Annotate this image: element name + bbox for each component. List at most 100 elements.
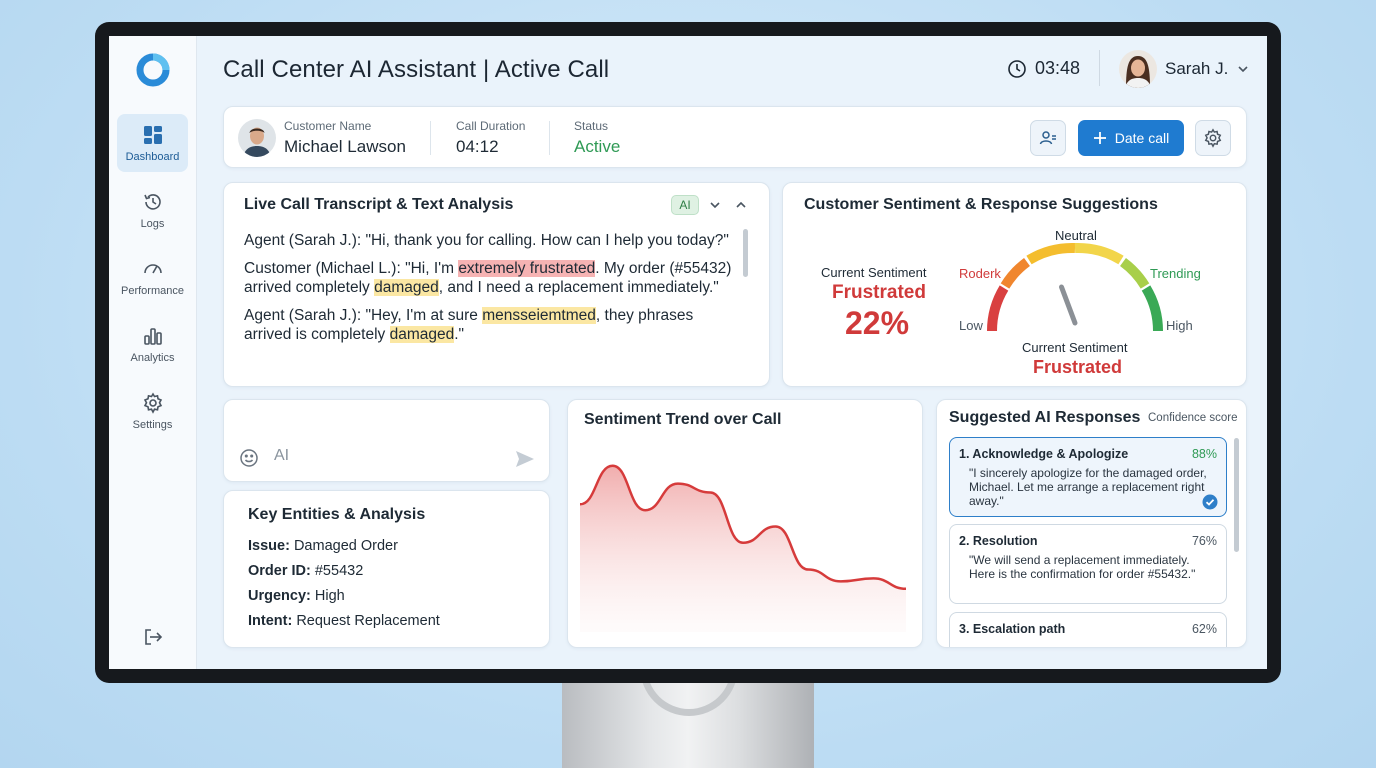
keyword-highlight: mensseiemtmed bbox=[482, 307, 596, 324]
chevron-up-icon[interactable] bbox=[733, 197, 749, 213]
current-sentiment-label: Current Sentiment bbox=[821, 265, 927, 280]
suggestion-text: "I sincerely apologize for the damaged o… bbox=[969, 466, 1207, 508]
call-duration-label: Call Duration bbox=[456, 119, 526, 133]
gear-icon bbox=[143, 391, 162, 414]
user-menu[interactable]: Sarah J. bbox=[1119, 50, 1250, 88]
entity-value: #55432 bbox=[310, 563, 364, 579]
sidebar-item-settings[interactable]: Settings bbox=[117, 382, 188, 440]
transcript-scrollbar[interactable] bbox=[743, 229, 748, 277]
sidebar-item-dashboard[interactable]: Dashboard bbox=[117, 114, 188, 172]
suggestion-card[interactable]: 1. Acknowledge & Apologize 88% "I sincer… bbox=[949, 437, 1227, 517]
entity-value: Request Replacement bbox=[292, 613, 440, 629]
suggestion-score: 88% bbox=[1191, 447, 1217, 461]
send-icon[interactable] bbox=[514, 448, 536, 470]
entity-order-id: Order ID: #55432 bbox=[248, 563, 363, 579]
status-value: Active bbox=[574, 137, 621, 156]
confidence-score-label: Confidence score bbox=[1148, 412, 1238, 424]
suggestions-title: Suggested AI Responses bbox=[949, 409, 1141, 426]
sentiment-trend-panel: Sentiment Trend over Call bbox=[567, 399, 923, 648]
sidebar-item-label: Performance bbox=[121, 284, 184, 297]
customer-profile-button[interactable] bbox=[1030, 120, 1066, 156]
transcript-line: Agent (Sarah J.): "Hey, I'm at sure mens… bbox=[244, 306, 734, 344]
divider bbox=[549, 121, 550, 155]
suggested-responses-panel: Suggested AI Responses Confidence score … bbox=[936, 399, 1247, 648]
sidebar-item-logs[interactable]: Logs bbox=[117, 181, 188, 239]
user-avatar bbox=[1119, 50, 1157, 88]
customer-name-label: Customer Name bbox=[284, 119, 372, 133]
gauge-segment-red bbox=[987, 285, 1009, 332]
entity-urgency: Urgency: High bbox=[248, 588, 345, 604]
gauge-segment-lightyellow bbox=[1074, 242, 1124, 265]
suggestion-card[interactable]: 2. Resolution 76% "We will send a replac… bbox=[949, 524, 1227, 604]
user-name: Sarah J. bbox=[1165, 59, 1229, 78]
transcript-line: Customer (Michael L.): "Hi, I'm extremel… bbox=[244, 259, 734, 297]
suggestion-text: "We will send a replacement immediately.… bbox=[969, 553, 1196, 581]
gauge-segment-yellow bbox=[1026, 242, 1076, 265]
header-divider bbox=[1099, 50, 1100, 86]
status-label: Status bbox=[574, 119, 609, 133]
trend-chart bbox=[580, 464, 907, 632]
trend-title: Sentiment Trend over Call bbox=[584, 411, 782, 428]
current-sentiment-value: Frustrated bbox=[832, 282, 926, 303]
entity-value: Damaged Order bbox=[289, 538, 398, 554]
negative-highlight: extremely frustrated bbox=[458, 260, 596, 277]
sentiment-panel: Customer Sentiment & Response Suggestion… bbox=[782, 182, 1247, 387]
transcript-text: Agent (Sarah J.): "Hey, I'm at sure bbox=[244, 307, 483, 324]
suggestion-card[interactable]: 3. Escalation path 62% bbox=[949, 612, 1227, 647]
ai-chat-input[interactable] bbox=[274, 444, 504, 468]
plus-icon bbox=[1093, 132, 1106, 144]
date-call-button[interactable]: Date call bbox=[1078, 120, 1184, 156]
transcript-line: Agent (Sarah J.): "Hi, thank you for cal… bbox=[244, 232, 729, 249]
emoji-icon[interactable] bbox=[239, 448, 259, 468]
dashboard-icon bbox=[143, 125, 162, 144]
suggestions-scrollbar[interactable] bbox=[1234, 438, 1239, 552]
transcript-text: Customer (Michael L.): "Hi, I'm bbox=[244, 260, 459, 277]
suggestion-title: 2. Resolution bbox=[959, 534, 1038, 548]
keyword-highlight: damaged bbox=[389, 326, 455, 343]
entity-intent: Intent: Request Replacement bbox=[248, 613, 440, 629]
logout-icon[interactable] bbox=[142, 626, 164, 648]
app-window: Dashboard Logs Performance Analytics Set… bbox=[109, 36, 1267, 669]
customer-name: Michael Lawson bbox=[284, 137, 406, 156]
suggestion-title: 3. Escalation path bbox=[959, 622, 1066, 636]
sidebar-item-analytics[interactable]: Analytics bbox=[117, 315, 188, 373]
ai-badge[interactable]: AI bbox=[671, 195, 699, 215]
gauge-caption-label: Current Sentiment bbox=[1022, 340, 1128, 355]
transcript-text: , and I need a replacement immediately." bbox=[438, 279, 719, 296]
gear-icon bbox=[1204, 128, 1222, 148]
transcript-panel: Live Call Transcript & Text Analysis AI … bbox=[223, 182, 770, 387]
timer-value: 03:48 bbox=[1035, 58, 1081, 78]
history-icon bbox=[143, 193, 161, 210]
transcript-text: ." bbox=[454, 326, 465, 343]
sidebar-item-label: Analytics bbox=[130, 351, 175, 364]
check-icon bbox=[1202, 494, 1218, 510]
date-call-label: Date call bbox=[1114, 130, 1170, 146]
transcript-body: Agent (Sarah J.): "Hi, thank you for cal… bbox=[244, 231, 734, 353]
suggestion-score: 76% bbox=[1191, 534, 1217, 548]
gauge-label-low: Low bbox=[959, 318, 983, 333]
gauge-label-high: High bbox=[1166, 318, 1193, 333]
gauge-segment-green bbox=[1141, 285, 1163, 332]
sidebar: Dashboard Logs Performance Analytics Set… bbox=[109, 36, 197, 669]
sidebar-item-label: Dashboard bbox=[125, 150, 180, 163]
entity-key: Intent: bbox=[248, 613, 293, 629]
suggestion-title: 1. Acknowledge & Apologize bbox=[959, 447, 1129, 461]
speedometer-icon bbox=[143, 263, 162, 273]
chevron-down-icon[interactable] bbox=[707, 197, 723, 213]
entities-title: Key Entities & Analysis bbox=[248, 506, 426, 523]
gauge-label-right: Trending bbox=[1150, 266, 1201, 281]
gauge-label-neutral: Neutral bbox=[1055, 228, 1097, 243]
sentiment-percent: 22% bbox=[845, 305, 910, 341]
keyword-highlight: damaged bbox=[374, 279, 439, 296]
suggestion-score: 62% bbox=[1191, 622, 1217, 636]
gauge-label-left: Roderk bbox=[959, 266, 1001, 281]
call-duration: 04:12 bbox=[456, 137, 499, 156]
app-logo bbox=[136, 53, 170, 87]
call-settings-button[interactable] bbox=[1195, 120, 1231, 156]
sidebar-item-performance[interactable]: Performance bbox=[117, 248, 188, 306]
bar-chart-icon bbox=[143, 327, 162, 345]
gauge-segment-lightgreen bbox=[1119, 257, 1150, 289]
entity-key: Urgency: bbox=[248, 588, 311, 604]
sidebar-item-label: Settings bbox=[132, 418, 173, 431]
chevron-down-icon bbox=[1238, 66, 1248, 73]
